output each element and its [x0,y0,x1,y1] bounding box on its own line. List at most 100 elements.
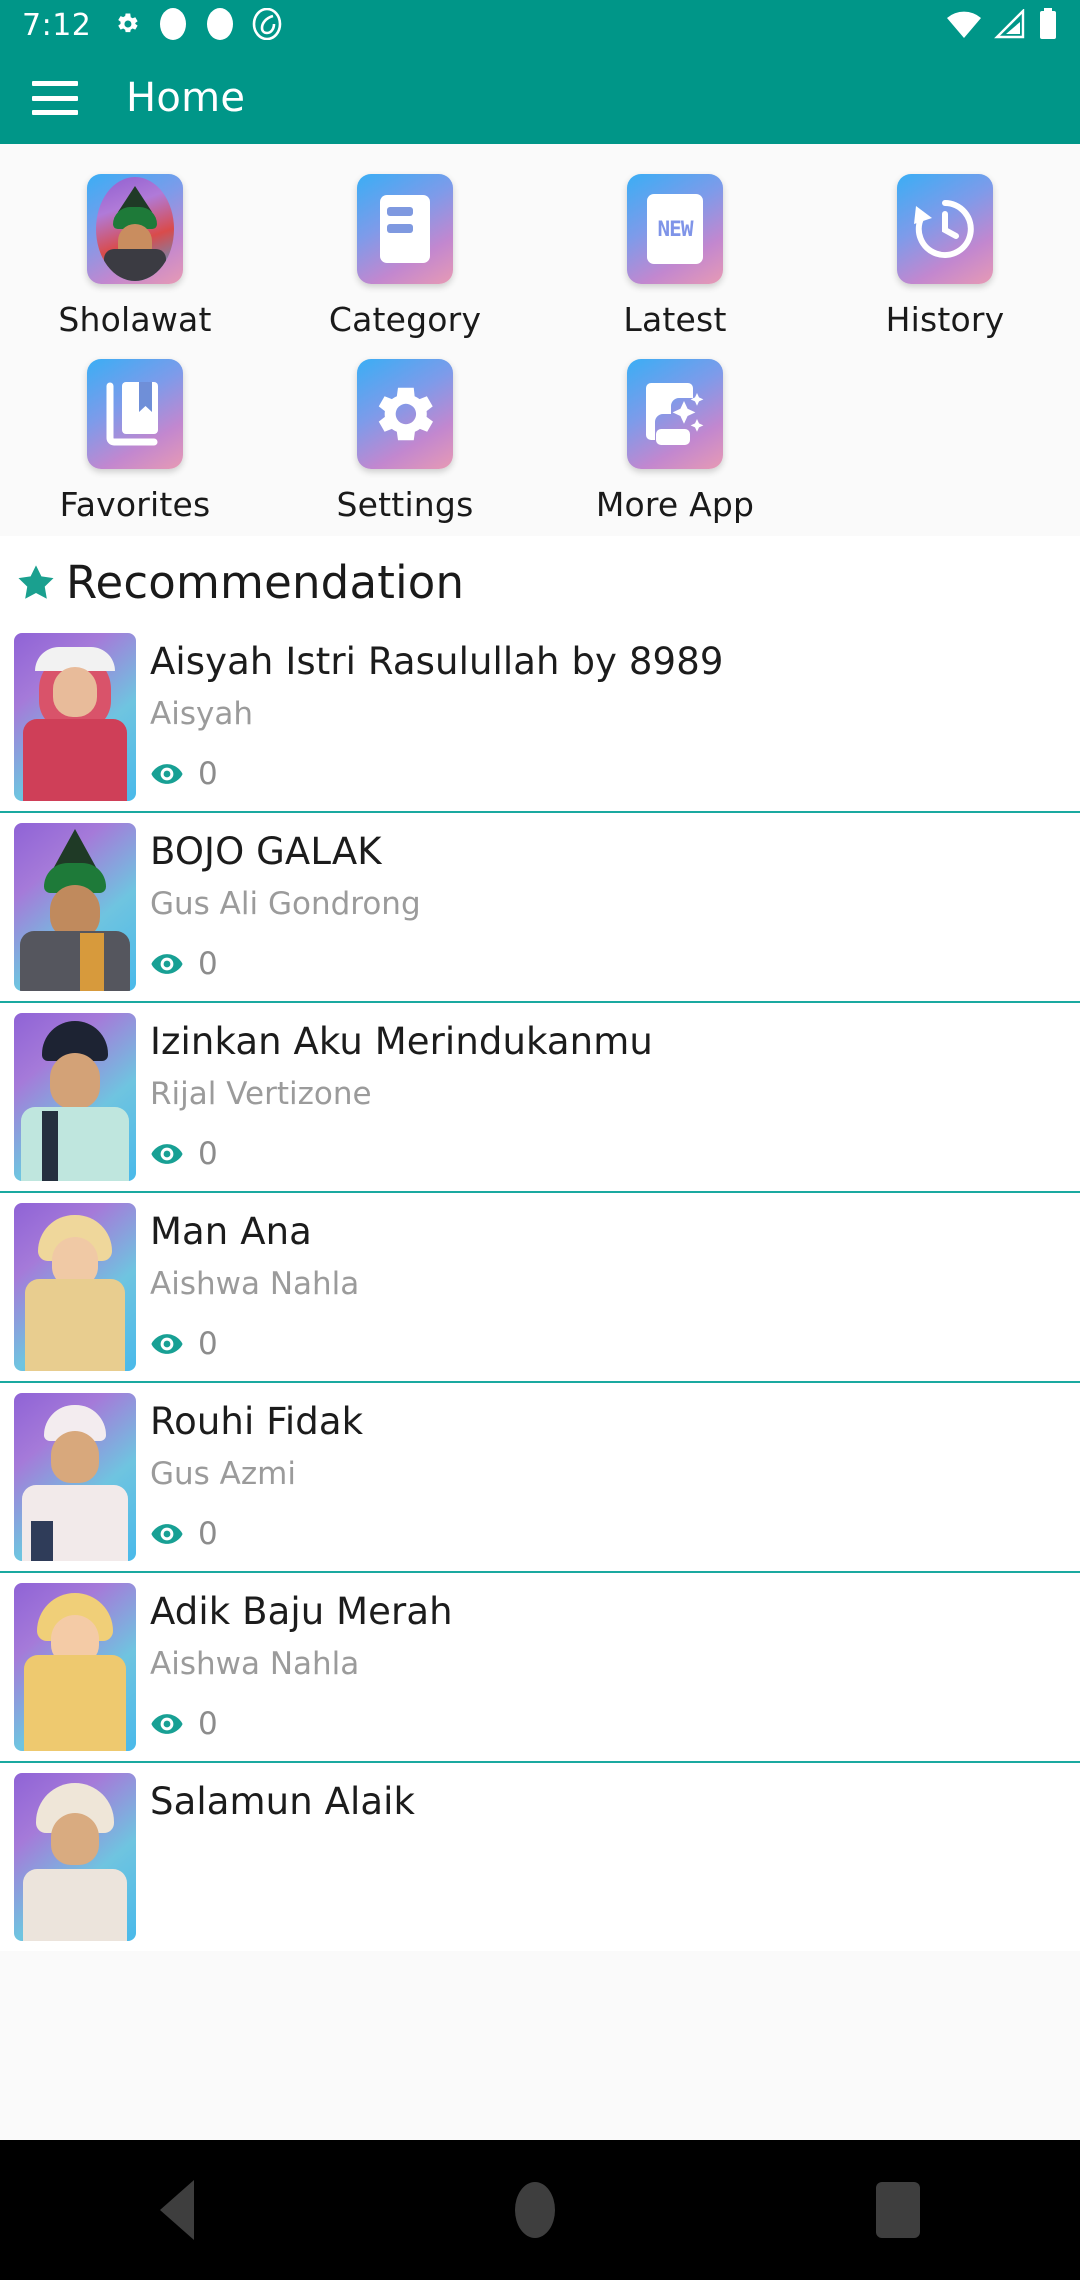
view-count: 0 [198,1326,218,1363]
back-button-icon[interactable] [160,2180,195,2240]
eye-icon [150,1517,184,1551]
grid-item-label: Favorites [59,485,211,524]
history-clock-icon [897,174,993,284]
section-title: Recommendation [66,556,465,609]
gear-icon [357,359,453,469]
star-icon [14,561,58,605]
song-thumbnail [14,823,136,991]
battery-icon [1038,8,1058,44]
spiral-icon [252,7,282,44]
view-count-group: 0 [150,1516,1066,1552]
grid-item-label: History [885,300,1005,339]
new-card: NEW [647,194,703,264]
song-artist: Aishwa Nahla [150,1646,360,1683]
grid-item-category[interactable]: Category [270,160,540,345]
portrait-photo-icon [87,174,183,284]
body-shape [23,1869,127,1941]
body-shape [21,1107,129,1181]
view-count: 0 [198,1136,218,1173]
home-button-icon[interactable] [514,2182,555,2238]
list-item[interactable]: Rouhi Fidak Gus Azmi 0 [0,1383,1080,1573]
recents-button-icon[interactable] [875,2182,920,2238]
song-thumbnail [14,1393,136,1561]
song-title: Man Ana [150,1210,312,1253]
grid-item-sholawat[interactable]: Sholawat [0,160,270,345]
grid-item-history[interactable]: History [810,160,1080,345]
grid-item-label: Settings [336,485,474,524]
list-item[interactable]: Man Ana Aishwa Nahla 0 [0,1193,1080,1383]
song-thumbnail [14,1203,136,1371]
list-item-text: Salamun Alaik [136,1773,1066,1941]
new-badge-icon: NEW [627,174,723,284]
hamburger-bar [32,81,78,86]
grid-item-label: Sholawat [58,300,212,339]
grid-item-latest[interactable]: NEW Latest [540,160,810,345]
view-count: 0 [198,946,218,983]
body-shape [23,719,127,801]
sparkle-phone-icon [627,359,723,469]
list-item-text: Izinkan Aku Merindukanmu Rijal Vertizone… [136,1013,1066,1181]
grid-item-empty [810,345,1080,530]
status-bar-notification-icons [113,7,282,45]
grid-item-favorites[interactable]: Favorites [0,345,270,530]
page-title: Home [126,75,246,121]
list-item[interactable]: Izinkan Aku Merindukanmu Rijal Vertizone… [0,1003,1080,1193]
gear-icon [113,10,141,42]
view-count: 0 [198,1516,218,1553]
view-count-group: 0 [150,756,1066,792]
eye-icon [150,757,184,791]
song-title: Rouhi Fidak [150,1400,364,1443]
grid-item-more-app[interactable]: More App [540,345,810,530]
song-title: BOJO GALAK [150,830,382,873]
wifi-icon [946,9,982,43]
song-artist: Aishwa Nahla [150,1266,360,1303]
hamburger-bar [32,95,78,101]
song-thumbnail [14,1013,136,1181]
list-item-text: Adik Baju Merah Aishwa Nahla 0 [136,1583,1066,1751]
eye-icon [150,1327,184,1361]
list-item[interactable]: Adik Baju Merah Aishwa Nahla 0 [0,1573,1080,1763]
face-shape [51,1431,99,1483]
article-list-icon [357,174,453,284]
collar-shape [31,1521,53,1561]
hamburger-bar [32,110,78,115]
list-item[interactable]: Salamun Alaik [0,1763,1080,1951]
signal-icon [994,8,1026,43]
grid-item-label: More App [595,485,755,524]
song-title: Salamun Alaik [150,1780,416,1823]
view-count: 0 [198,756,218,793]
song-title: Adik Baju Merah [150,1590,453,1633]
face-shape [51,1813,99,1865]
system-navigation-bar [0,2140,1080,2280]
list-item-text: Man Ana Aishwa Nahla 0 [136,1203,1066,1371]
app-bar: Home [0,52,1080,144]
face-shape [50,1053,100,1109]
status-bar: 7:12 [0,0,1080,52]
circle-icon [158,7,188,45]
list-item[interactable]: BOJO GALAK Gus Ali Gondrong 0 [0,813,1080,1003]
song-thumbnail [14,633,136,801]
list-item[interactable]: Aisyah Istri Rasulullah by 8989 Aisyah 0 [0,623,1080,813]
hamburger-menu-icon[interactable] [32,81,78,115]
eye-icon [150,947,184,981]
view-count-group: 0 [150,946,1066,982]
song-thumbnail [14,1773,136,1941]
body-shape [25,1279,125,1371]
song-artist: Aisyah [150,696,253,733]
body-shape [104,249,166,281]
phone-screen: 7:12 Home Sholawat Category NEW Latest H… [0,0,1080,2280]
view-count-group: 0 [150,1136,1066,1172]
grid-menu: Sholawat Category NEW Latest History Fav… [0,144,1080,536]
grid-item-label: Latest [623,300,727,339]
grid-menu-row-2: Favorites Settings More App [0,345,1080,530]
song-artist: Rijal Vertizone [150,1076,372,1113]
grid-item-settings[interactable]: Settings [270,345,540,530]
body-shape [24,1655,126,1751]
body-shape [20,931,130,991]
status-bar-clock: 7:12 [22,8,92,43]
skin-shape [53,667,97,717]
bookmark-book-icon [87,359,183,469]
list-item-text: BOJO GALAK Gus Ali Gondrong 0 [136,823,1066,991]
song-thumbnail [14,1583,136,1751]
recommendation-header: Recommendation [0,536,1080,623]
